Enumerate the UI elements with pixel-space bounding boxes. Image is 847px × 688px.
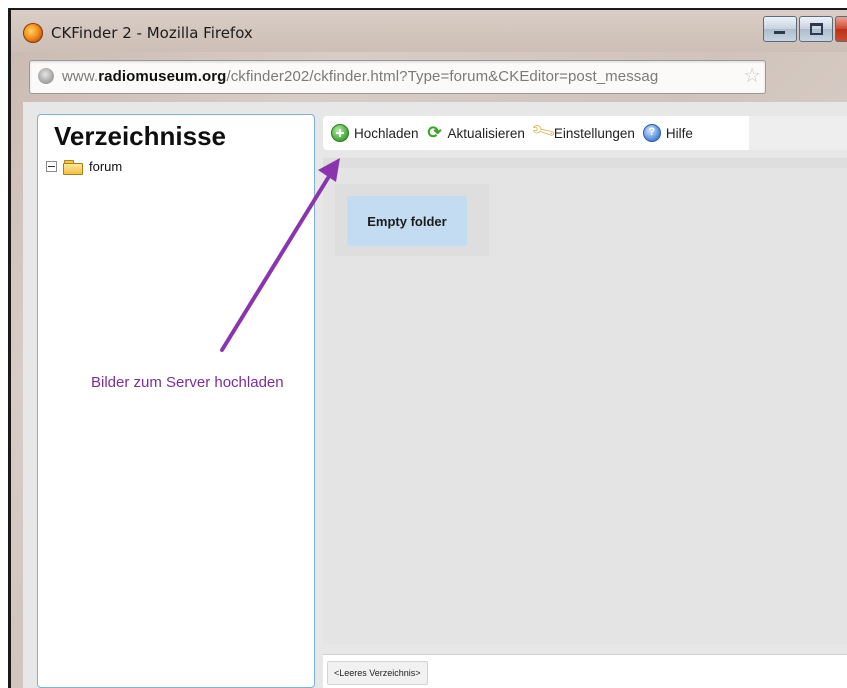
annotation-arrow-line: [220, 176, 330, 352]
annotation-arrow: [220, 158, 340, 352]
